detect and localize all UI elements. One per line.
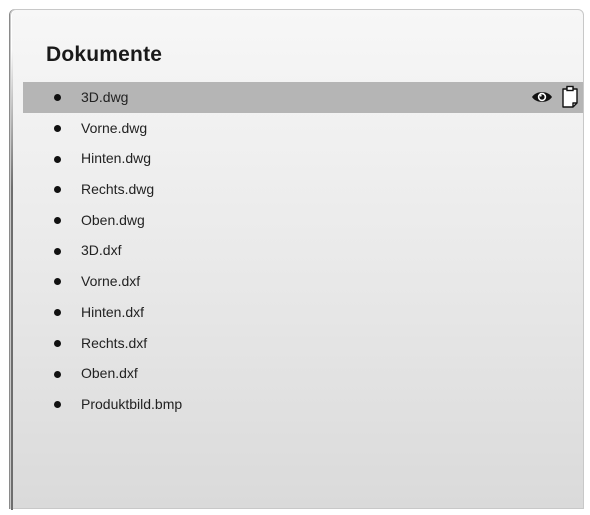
list-item-4[interactable]: Oben.dwg bbox=[23, 205, 583, 236]
document-name: Oben.dwg bbox=[81, 211, 145, 228]
document-name: 3D.dwg bbox=[81, 89, 129, 105]
bullet-icon bbox=[54, 309, 61, 317]
bullet-icon bbox=[54, 401, 61, 409]
list-item-6[interactable]: Vorne.dxf bbox=[23, 266, 583, 297]
document-name: Hinten.dxf bbox=[81, 303, 145, 320]
list-item-7[interactable]: Hinten.dxf bbox=[23, 297, 583, 328]
panel-title: Dokumente bbox=[46, 43, 163, 66]
list-item-3[interactable]: Rechts.dwg bbox=[23, 174, 583, 205]
document-name: Vorne.dxf bbox=[81, 273, 141, 290]
list-item-0[interactable]: 3D.dwg bbox=[23, 82, 583, 113]
document-name: Oben.dxf bbox=[81, 365, 138, 382]
list-item-5[interactable]: 3D.dxf bbox=[23, 235, 583, 266]
bullet-icon bbox=[54, 125, 61, 133]
bullet-icon bbox=[54, 155, 61, 163]
eye-icon[interactable] bbox=[531, 85, 553, 109]
document-list: 3D.dwg Vorne.dwg Hinten.dwg Rechts.dwg O… bbox=[23, 82, 583, 420]
bullet-icon bbox=[54, 339, 61, 347]
document-name: Vorne.dwg bbox=[81, 119, 148, 136]
document-name: Hinten.dwg bbox=[81, 150, 152, 167]
documents-panel: Dokumente 3D.dwg Vorne.dwg Hinten.dwg Re… bbox=[10, 9, 584, 510]
row-actions bbox=[531, 82, 581, 112]
document-name: 3D.dxf bbox=[81, 242, 122, 259]
bullet-icon bbox=[54, 217, 61, 225]
bullet-icon bbox=[54, 370, 61, 378]
panel-edge-shadow bbox=[11, 50, 13, 510]
bullet-icon bbox=[54, 186, 61, 194]
document-name: Rechts.dwg bbox=[81, 181, 155, 198]
clipboard-icon[interactable] bbox=[559, 85, 581, 109]
list-item-8[interactable]: Rechts.dxf bbox=[23, 328, 583, 359]
document-name: Rechts.dxf bbox=[81, 334, 148, 351]
list-item-2[interactable]: Hinten.dwg bbox=[23, 143, 583, 174]
list-item-9[interactable]: Oben.dxf bbox=[23, 358, 583, 389]
bullet-icon bbox=[54, 247, 61, 255]
bullet-icon bbox=[54, 278, 61, 286]
bullet-icon bbox=[54, 94, 61, 102]
list-item-10[interactable]: Produktbild.bmp bbox=[23, 389, 583, 420]
list-item-1[interactable]: Vorne.dwg bbox=[23, 113, 583, 144]
document-name: Produktbild.bmp bbox=[81, 395, 183, 412]
